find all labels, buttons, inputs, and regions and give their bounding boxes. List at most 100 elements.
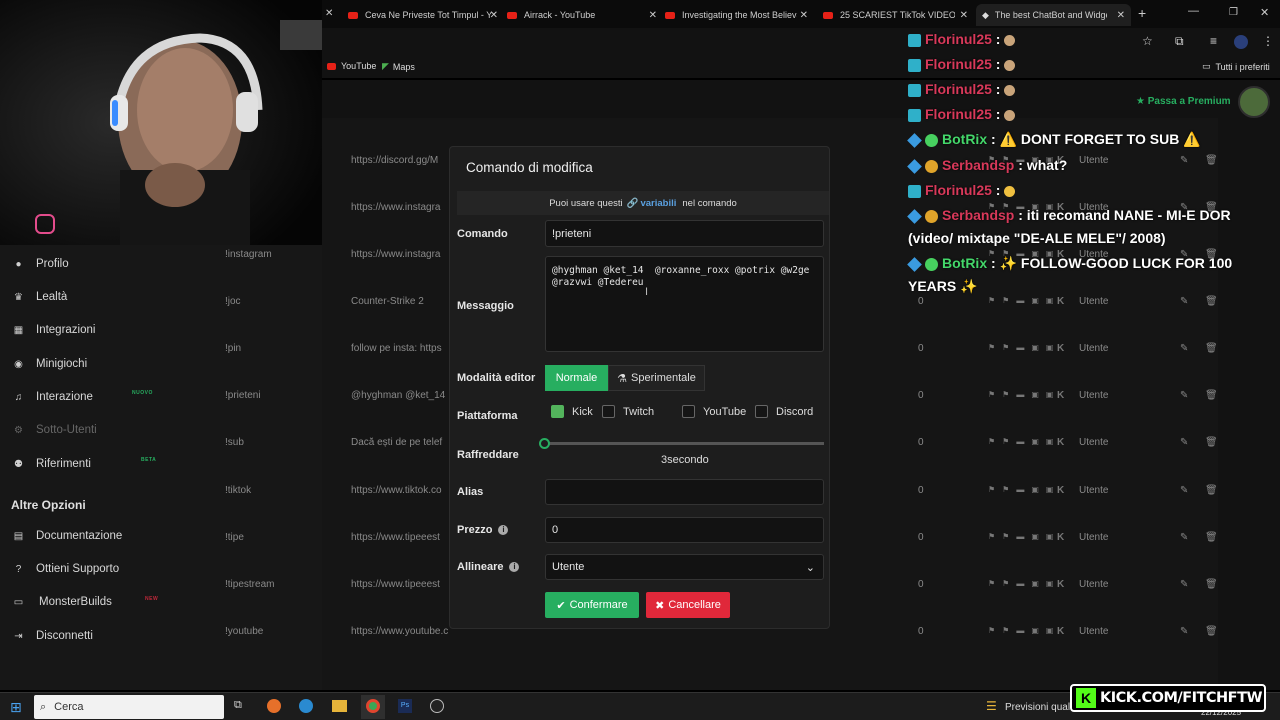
trash-icon[interactable]: 🗑 [1205, 296, 1218, 307]
close-window-icon[interactable]: ✕ [1260, 6, 1269, 19]
menu-icon[interactable]: ⋮ [1262, 34, 1274, 48]
message-label: Messaggio [457, 300, 514, 312]
edit-icon[interactable]: ✎ [1180, 437, 1188, 448]
tab-2[interactable]: Airrack - YouTube ✕ [507, 4, 657, 26]
obs-icon[interactable] [430, 699, 444, 713]
badge-icon [908, 83, 921, 97]
edit-icon[interactable]: ✎ [1180, 532, 1188, 543]
firefox-icon[interactable] [267, 699, 281, 713]
new-tab-icon[interactable]: + [1138, 5, 1146, 21]
extensions-icon[interactable]: ⧉ [1175, 34, 1184, 49]
youtube-checkbox[interactable] [682, 405, 695, 418]
kick-icon: K [1057, 579, 1065, 590]
sidebar-item-documentazione[interactable]: ▤ Documentazione [12, 530, 123, 542]
edit-icon[interactable]: ✎ [1180, 626, 1188, 637]
sub-badge-icon [925, 209, 938, 223]
sidebar-item-disconnetti[interactable]: ⇥ Disconnetti [12, 630, 93, 642]
media-icon[interactable]: ≡ [1210, 34, 1217, 48]
sidebar-item-monsterbuilds[interactable]: ▭ MonsterBuilds [12, 596, 112, 608]
edit-icon[interactable]: ✎ [1180, 390, 1188, 401]
gear-icon: ⚙ [14, 424, 23, 436]
close-tab-icon[interactable]: ✕ [649, 10, 657, 21]
chat-message: Serbandsp : what? [907, 157, 1067, 174]
premium-link[interactable]: ★ Passa a Premium [1136, 96, 1231, 107]
bookmark-youtube[interactable]: YouTube [327, 61, 376, 71]
command-message: follow pe insta: https [351, 343, 442, 354]
close-tab-icon[interactable]: ✕ [960, 10, 968, 21]
close-tab-icon[interactable]: ✕ [1117, 10, 1125, 21]
folder-icon: ▭ [1202, 61, 1211, 71]
profile-icon[interactable] [1234, 35, 1248, 49]
edit-icon[interactable]: ✎ [1180, 485, 1188, 496]
close-tab-icon[interactable]: ✕ [800, 10, 808, 21]
chat-text: : ⚠️ DONT FORGET TO SUB ⚠️ [991, 131, 1201, 147]
price-input[interactable]: 0 [545, 517, 824, 543]
trash-icon[interactable]: 🗑 [1205, 343, 1218, 354]
monitor-icon: ▭ [13, 596, 24, 608]
variables-link[interactable]: variabili [640, 198, 676, 209]
taskbar-search[interactable]: ⌕ Cerca [34, 695, 224, 719]
avatar[interactable] [1238, 86, 1270, 118]
command-input[interactable]: !prieteni [545, 220, 824, 247]
edit-icon[interactable]: ✎ [1180, 343, 1188, 354]
cooldown-slider-track[interactable] [545, 442, 824, 445]
tab-3[interactable]: Investigating the Most Believab ✕ [665, 4, 808, 26]
explorer-icon[interactable] [332, 700, 347, 712]
edge-icon[interactable] [299, 699, 313, 713]
align-label: Allineare i [457, 561, 520, 573]
trash-icon[interactable]: 🗑 [1205, 390, 1218, 401]
trash-icon[interactable]: 🗑 [1205, 626, 1218, 637]
editor-experimental-button[interactable]: ⚗ Sperimentale [608, 365, 705, 391]
youtube-icon [348, 11, 358, 19]
tab-active[interactable]: ◆ The best ChatBot and Widgets ✕ [976, 4, 1131, 26]
confirm-button[interactable]: ✔ Confermare [545, 592, 639, 618]
photoshop-icon[interactable]: Ps [398, 699, 412, 713]
windows-start-icon[interactable]: ⊞ [10, 699, 22, 716]
trash-icon[interactable]: 🗑 [1205, 579, 1218, 590]
chat-username: Florinul25 [925, 56, 992, 72]
edit-icon[interactable]: ✎ [1180, 579, 1188, 590]
sidebar-item-riferimenti[interactable]: ⚉ Riferimenti [12, 458, 91, 470]
alias-input[interactable] [545, 479, 824, 505]
tab-4[interactable]: 25 SCARIEST TikTok VIDEOS of ✕ [823, 4, 968, 26]
kick-icon: K [1057, 626, 1065, 637]
tab-1[interactable]: Ceva Ne Priveste Tot Timpul - Y ✕ [348, 4, 498, 26]
sidebar-item-integrazioni[interactable]: ▦ Integrazioni [12, 324, 96, 336]
all-bookmarks[interactable]: ▭ Tutti i preferiti [1202, 61, 1270, 72]
modal-title: Comando di modifica [466, 160, 593, 175]
command-name: !sub [225, 437, 244, 448]
close-tab-icon[interactable]: ✕ [490, 10, 498, 21]
message-textarea[interactable]: @hyghman @ket_14 @roxanne_roxx @potrix @… [545, 256, 824, 352]
trash-icon[interactable]: 🗑 [1205, 437, 1218, 448]
info-icon[interactable]: i [509, 562, 520, 573]
bookmark-maps[interactable]: ◤ Maps [382, 61, 415, 72]
trash-icon[interactable]: 🗑 [1205, 532, 1218, 543]
sidebar-item-profilo[interactable]: ● Profilo [12, 258, 68, 270]
sidebar-item-lealta[interactable]: ♛ Lealtà [12, 291, 67, 303]
sidebar-item-supporto[interactable]: ? Ottieni Supporto [12, 563, 119, 575]
restore-icon[interactable]: ❐ [1229, 7, 1238, 18]
star-icon[interactable]: ☆ [1142, 34, 1153, 48]
command-role: Utente [1079, 485, 1109, 496]
discord-checkbox[interactable] [755, 405, 768, 418]
sidebar-item-interazione[interactable]: ♫ Interazione [12, 391, 93, 403]
cooldown-slider-handle[interactable] [539, 438, 550, 449]
trash-icon[interactable]: 🗑 [1205, 485, 1218, 496]
kick-banner: K KICK.COM/FITCHFTW [1070, 684, 1266, 712]
sidebar-item-sotto-utenti[interactable]: ⚙ Sotto-Utenti [12, 424, 97, 436]
sidebar-item-minigiochi[interactable]: ◉ Minigiochi [12, 358, 87, 370]
edit-icon[interactable]: ✎ [1180, 296, 1188, 307]
kick-checkbox[interactable] [551, 405, 564, 418]
editor-normal-button[interactable]: Normale [545, 365, 608, 391]
weather-text[interactable]: Previsioni quali [1005, 702, 1072, 713]
minimize-icon[interactable]: — [1188, 5, 1199, 17]
edit-icon[interactable]: ✎ [1180, 155, 1188, 166]
twitch-checkbox[interactable] [602, 405, 615, 418]
info-icon[interactable]: i [498, 525, 509, 536]
task-view-icon[interactable]: ⧉ [234, 699, 242, 712]
close-tab-icon[interactable]: ✕ [325, 8, 333, 19]
trash-icon[interactable]: 🗑 [1205, 155, 1218, 166]
sub-badge-icon [925, 159, 938, 173]
align-select[interactable]: Utente ⌄ [545, 554, 824, 580]
cancel-button[interactable]: ✖ Cancellare [646, 592, 730, 618]
